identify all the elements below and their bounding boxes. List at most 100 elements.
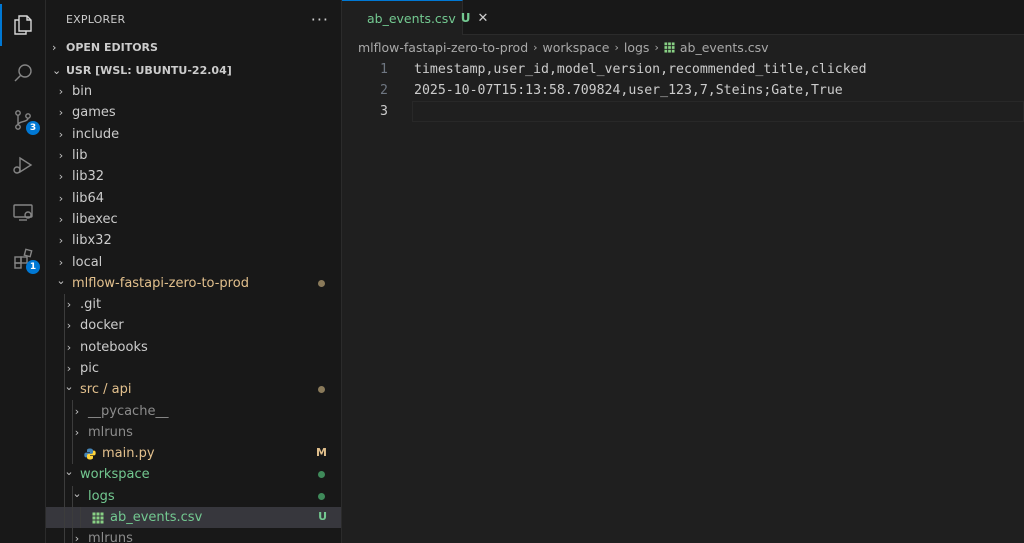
code-editor[interactable]: 1 timestamp,user_id,model_version,recomm… [342, 59, 1024, 122]
folder-row[interactable]: › .git [46, 293, 341, 316]
chevron-right-icon: › [614, 40, 619, 54]
folder-row[interactable]: › pic [46, 357, 341, 380]
breadcrumb: mlflow-fastapi-zero-to-prod › workspace … [342, 35, 1024, 59]
folder-row[interactable]: ⌄ src / api [46, 379, 341, 401]
current-line-highlight [412, 101, 1024, 122]
activity-bar: 3 1 [0, 0, 46, 543]
tree-item-label: lib64 [72, 190, 105, 206]
folder-row[interactable]: › include [46, 124, 341, 145]
open-editors-section[interactable]: › OPEN EDITORS [46, 36, 341, 58]
folder-row[interactable]: › docker [46, 315, 341, 337]
folder-row[interactable]: › local [46, 251, 341, 272]
explorer-header: EXPLORER ··· [46, 0, 341, 38]
chevron-right-icon: › [58, 234, 64, 248]
tree-item-label: mlruns [88, 424, 133, 440]
tree-item-label: src / api [80, 382, 132, 398]
folder-row[interactable]: › games [46, 102, 341, 123]
folder-row[interactable]: › lib32 [46, 166, 341, 187]
chevron-down-icon: ⌄ [56, 273, 66, 287]
tree-item-label: mlflow-fastapi-zero-to-prod [72, 275, 249, 291]
indent-guide [64, 528, 65, 543]
more-actions-button[interactable]: ··· [311, 10, 329, 29]
indent-guide [64, 443, 65, 465]
line-text: timestamp,user_id,model_version,recommen… [414, 62, 867, 77]
tree-item-label: main.py [102, 446, 155, 462]
tree-item-label: libx32 [72, 233, 112, 249]
indent-guide [64, 400, 65, 422]
remote-explorer-icon[interactable] [0, 189, 46, 235]
folder-row[interactable]: › mlruns [46, 421, 341, 444]
python-file-icon [84, 448, 96, 460]
run-debug-icon[interactable] [0, 142, 46, 188]
folder-row[interactable]: › mlruns [46, 528, 341, 543]
chevron-right-icon: › [58, 191, 64, 205]
line-number: 3 [380, 104, 388, 119]
chevron-right-icon: › [533, 40, 538, 54]
tree-item-label: games [72, 105, 116, 121]
breadcrumb-item[interactable]: workspace [543, 40, 610, 55]
chevron-right-icon: › [58, 255, 64, 269]
chevron-right-icon: › [58, 212, 64, 226]
line-number: 1 [380, 62, 388, 77]
tree-item-label: lib32 [72, 169, 105, 185]
breadcrumb-item[interactable]: mlflow-fastapi-zero-to-prod [358, 40, 528, 55]
breadcrumb-item[interactable]: logs [624, 40, 650, 55]
tab-ab-events-csv[interactable]: ab_events.csv U ✕ [342, 0, 488, 35]
tab-status-badge: U [460, 11, 471, 25]
extensions-badge: 1 [26, 260, 40, 274]
open-editors-label: OPEN EDITORS [66, 40, 158, 54]
file-tree: › bin › games › include › lib › lib32 › lib64 › libex… [46, 81, 341, 543]
folder-row[interactable]: ⌄ workspace [46, 464, 341, 486]
close-icon[interactable]: ✕ [477, 11, 488, 26]
search-icon[interactable] [0, 50, 46, 96]
explorer-icon[interactable] [0, 2, 46, 48]
file-row[interactable]: ab_events.csv U [46, 506, 341, 529]
csv-file-icon [92, 512, 104, 524]
editor-tabs: ab_events.csv U ✕ [342, 0, 1024, 35]
indent-guide [72, 443, 73, 465]
folder-row[interactable]: › notebooks [46, 336, 341, 358]
workspace-label: USR [WSL: UBUNTU-22.04] [66, 63, 232, 77]
folder-row[interactable]: ⌄ logs [46, 485, 341, 507]
git-status-dot [318, 386, 325, 394]
folder-row[interactable]: › lib [46, 145, 341, 166]
folder-row[interactable]: › lib64 [46, 187, 341, 208]
tree-item-label: mlruns [88, 531, 133, 543]
tree-item-label: __pycache__ [88, 403, 169, 419]
tree-item-label: docker [80, 318, 124, 334]
tree-item-label: notebooks [80, 339, 148, 355]
chevron-right-icon: › [58, 127, 64, 141]
explorer-title: EXPLORER [66, 12, 126, 26]
git-status-dot [318, 471, 325, 479]
tree-item-label: bin [72, 84, 93, 100]
folder-row[interactable]: › libexec [46, 209, 341, 230]
indent-guide [64, 336, 65, 358]
chevron-right-icon: › [58, 170, 64, 184]
source-control-icon[interactable]: 3 [0, 97, 46, 143]
folder-row[interactable]: › libx32 [46, 230, 341, 251]
chevron-right-icon: › [52, 40, 57, 54]
breadcrumb-item[interactable]: ab_events.csv [680, 40, 769, 55]
tree-item-label: local [72, 254, 103, 270]
indent-guide [64, 293, 65, 316]
code-line: 2 2025-10-07T15:13:58.709824,user_123,7,… [342, 80, 1024, 101]
tree-item-label: logs [88, 488, 115, 504]
tree-item-label: .git [80, 297, 102, 313]
folder-row[interactable]: › __pycache__ [46, 400, 341, 422]
tree-item-label: pic [80, 361, 100, 376]
folder-row[interactable]: ⌄ mlflow-fastapi-zero-to-prod [46, 273, 341, 294]
indent-guide [72, 506, 73, 529]
indent-guide [72, 400, 73, 422]
chevron-down-icon: ⌄ [72, 486, 82, 500]
file-row[interactable]: main.py M [46, 443, 341, 465]
indent-guide [64, 506, 65, 529]
line-number: 2 [380, 83, 388, 98]
indent-guide [80, 506, 81, 529]
indent-guide [72, 528, 73, 543]
extensions-icon[interactable]: 1 [0, 236, 46, 282]
workspace-section[interactable]: ⌄ USR [WSL: UBUNTU-22.04] [46, 59, 341, 81]
chevron-right-icon: › [58, 149, 64, 163]
indent-guide [64, 485, 65, 507]
folder-row[interactable]: › bin [46, 81, 341, 102]
chevron-down-icon: ⌄ [52, 63, 62, 77]
